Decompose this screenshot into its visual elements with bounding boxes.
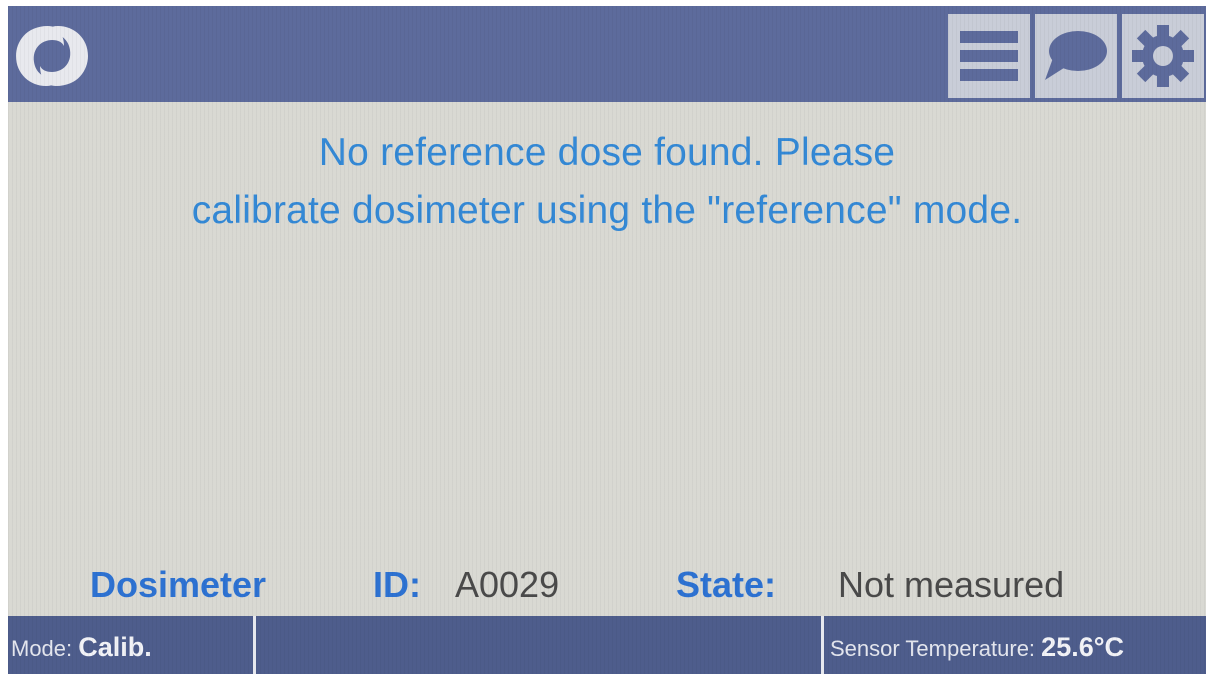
menu-button[interactable] (948, 14, 1030, 98)
chat-button[interactable] (1035, 14, 1117, 98)
calibration-message: No reference dose found. Please calibrat… (8, 124, 1206, 240)
mode-label: Mode: (11, 636, 73, 661)
mode-value: Calib. (78, 632, 152, 662)
menu-icon (958, 27, 1020, 85)
id-value: A0029 (455, 564, 560, 605)
message-line-2: calibrate dosimeter using the "reference… (191, 189, 1023, 232)
temperature-label: Sensor Temperature: (830, 636, 1036, 661)
top-bar (8, 6, 1206, 102)
mode-indicator: Mode: Calib. (11, 616, 152, 674)
sensor-temperature: Sensor Temperature: 25.6°C (830, 616, 1124, 674)
status-middle-segment (256, 616, 824, 674)
device-screen: No reference dose found. Please calibrat… (8, 6, 1206, 674)
state-value: Not measured (838, 564, 1065, 605)
status-bar: Mode: Calib. Sensor Temperature: 25.6°C (8, 616, 1206, 674)
dosimeter-info-row: Dosimeter ID: A0029 State: Not measured (8, 561, 1206, 609)
state-label: State: (676, 564, 777, 605)
settings-button[interactable] (1122, 14, 1204, 98)
gear-icon (1130, 23, 1196, 89)
logo-icon (12, 20, 92, 92)
message-line-1: No reference dose found. Please (318, 131, 896, 174)
dosimeter-label: Dosimeter (90, 564, 267, 605)
chat-bubble-icon (1043, 26, 1109, 86)
temperature-value: 25.6°C (1041, 632, 1125, 662)
id-label: ID: (373, 564, 421, 605)
